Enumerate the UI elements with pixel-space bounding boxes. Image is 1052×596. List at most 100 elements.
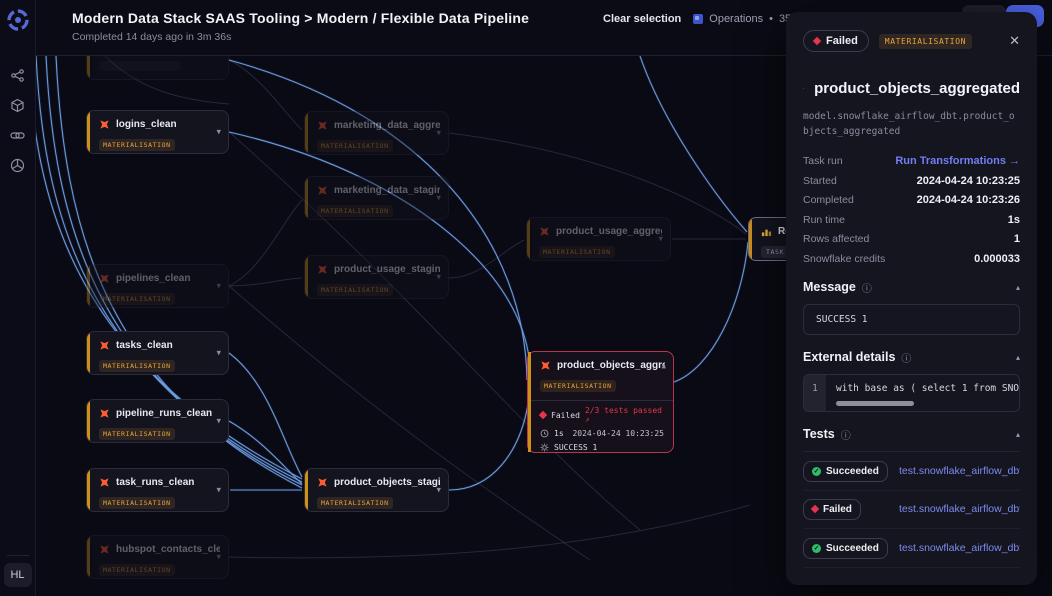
dag-node-product_usage_staging[interactable]: product_usage_staging MATERIALISATION ▾ [304, 255, 449, 299]
dbt-icon [99, 408, 110, 419]
share-network-icon[interactable] [6, 64, 30, 86]
node-expand-icon[interactable]: ▴ [661, 361, 666, 372]
test-link[interactable]: test.snowflake_airflow_dbt.not_null_pr [899, 542, 1020, 554]
node-expand-icon[interactable]: ▾ [216, 416, 221, 427]
node-badge-row: MATERIALISATION [87, 284, 228, 306]
node-expand-icon[interactable]: ▾ [436, 272, 441, 283]
node-expand-icon[interactable]: ▾ [216, 127, 221, 138]
detail-value: 2024-04-24 10:23:25 [917, 175, 1020, 187]
node-badge-row: MATERIALISATION [305, 131, 448, 153]
node-message: SUCCESS 1 [554, 443, 597, 452]
user-avatar[interactable]: HL [4, 563, 32, 587]
external-section-header: External details ⓘ ▴ [803, 350, 1020, 365]
close-icon[interactable]: ✕ [1009, 33, 1020, 49]
external-code-box: 1 with base as ( select 1 from SNOWFLAKE [803, 374, 1020, 412]
link-icon[interactable] [6, 124, 30, 146]
node-stripe [305, 469, 308, 511]
dag-node-marketing_data_staging[interactable]: marketing_data_staging MATERIALISATION ▾ [304, 176, 449, 220]
dbt-icon [317, 477, 328, 488]
dot-separator: • [769, 13, 773, 25]
dag-node-task_runs_clean[interactable]: task_runs_clean MATERIALISATION ▾ [86, 468, 229, 512]
detail-rows: Task runRun Transformations →Started2024… [803, 155, 1020, 265]
node-stripe [87, 469, 90, 511]
failed-diamond-icon [811, 505, 819, 513]
app-logo[interactable] [6, 8, 30, 32]
operations-chip[interactable]: Operations • 35 [693, 13, 791, 25]
test-status-wrap: ✓ Succeeded [803, 537, 889, 559]
task-run-link[interactable]: Run Transformations → [895, 155, 1020, 167]
test-link[interactable]: test.snowflake_airflow_dbt.unique_pro [899, 465, 1020, 477]
detail-label: Rows affected [803, 233, 869, 245]
test-link[interactable]: test.snowflake_airflow_dbt.not_null_pr [899, 503, 1020, 515]
node-expand-icon[interactable]: ▾ [436, 128, 441, 139]
node-timestamp: 2024-04-24 10:23:25 [572, 429, 664, 438]
dag-node-logins_clean[interactable]: logins_clean MATERIALISATION ▾ [86, 110, 229, 154]
status-label: Failed [826, 35, 858, 47]
succeeded-check-icon: ✓ [812, 544, 821, 553]
panel-status-row: Failed MATERIALISATION ✕ [803, 30, 1020, 52]
clear-selection-button[interactable]: Clear selection [603, 13, 681, 25]
info-icon: ⓘ [901, 350, 911, 365]
materialisation-badge: MATERIALISATION [879, 34, 972, 49]
clock-icon [540, 429, 549, 438]
failed-diamond-icon [539, 411, 547, 419]
node-expand-icon[interactable]: ▾ [216, 281, 221, 292]
dag-node-hubspot_contacts_clean[interactable]: hubspot_contacts_clean MATERIALISATION ▾ [86, 535, 229, 579]
edge [674, 242, 748, 382]
info-icon: ⓘ [841, 427, 851, 442]
collapse-external-icon[interactable]: ▴ [1016, 353, 1020, 362]
ghost-pill [99, 61, 181, 71]
horizontal-scrollbar[interactable] [836, 401, 914, 406]
node-expand-icon[interactable]: ▾ [436, 193, 441, 204]
breadcrumb: Modern Data Stack SAAS Tooling > Modern … [72, 10, 529, 26]
collapse-message-icon[interactable]: ▴ [1016, 283, 1020, 292]
operations-label: Operations [709, 13, 763, 25]
dag-node-pipeline_runs_clean[interactable]: pipeline_runs_clean MATERIALISATION ▾ [86, 399, 229, 443]
operations-icon [693, 14, 703, 24]
test-row: Failed test.snowflake_airflow_dbt.not_nu… [803, 491, 1020, 529]
detail-value: 1s [1008, 214, 1020, 226]
node-name: task_runs_clean [116, 477, 220, 488]
test-status-label: Succeeded [826, 466, 879, 477]
dag-node-product_usage_aggregated[interactable]: product_usage_aggregated MATERIALISATION… [526, 217, 671, 261]
code-text: with base as ( select 1 from SNOWFLAKE [836, 383, 1019, 394]
test-status-wrap: Failed [803, 499, 889, 520]
node-expand-icon[interactable]: ▾ [216, 348, 221, 359]
node-name: product_objects_staging [334, 477, 440, 488]
node-expand-icon[interactable]: ▾ [658, 234, 663, 245]
node-badge: MATERIALISATION [99, 293, 175, 305]
node-name: product_usage_aggregated [556, 226, 662, 237]
tests-passed-link[interactable]: 2/3 tests passed ↗ [585, 406, 664, 424]
dag-node-product_objects_aggregated[interactable]: product_objects_aggregated MATERIALISATI… [527, 351, 674, 453]
node-expand-icon[interactable]: ▾ [436, 485, 441, 496]
dag-node-tasks_clean[interactable]: tasks_clean MATERIALISATION ▾ [86, 331, 229, 375]
dag-node-pipelines_clean[interactable]: pipelines_clean MATERIALISATION ▾ [86, 264, 229, 308]
dag-node-marketing_data_aggregated[interactable]: marketing_data_aggregated MATERIALISATIO… [304, 111, 449, 155]
globe-icon[interactable] [6, 154, 30, 176]
detail-label: Started [803, 175, 837, 187]
node-badge: TASK [761, 246, 789, 258]
node-badge: MATERIALISATION [99, 497, 175, 509]
dbt-icon [99, 477, 110, 488]
test-status-badge: ✓ Succeeded [803, 461, 888, 482]
node-name: marketing_data_aggregated [334, 120, 440, 131]
node-badge-row: MATERIALISATION [87, 130, 228, 152]
node-stripe [87, 536, 90, 578]
tests-section-header: Tests ⓘ ▴ [803, 427, 1020, 442]
node-expand-icon[interactable]: ▾ [216, 552, 221, 563]
sidebar: HL [0, 0, 36, 596]
node-expand-icon[interactable]: ▾ [216, 485, 221, 496]
node-failed-label: Failed [551, 411, 580, 420]
dag-node-product_objects_staging[interactable]: product_objects_staging MATERIALISATION … [304, 468, 449, 512]
gear-icon [540, 443, 549, 452]
cube-icon[interactable] [6, 94, 30, 116]
dbt-icon [99, 340, 110, 351]
title-block: Modern Data Stack SAAS Tooling > Modern … [72, 10, 529, 43]
node-badge: MATERIALISATION [317, 284, 393, 296]
test-status-badge: Failed [803, 499, 861, 520]
dbt-icon [317, 264, 328, 275]
dbt-icon [99, 119, 110, 130]
node-status-details: Failed 2/3 tests passed ↗ 1s 2024-04-24 … [528, 400, 673, 452]
node-badge-row: MATERIALISATION [305, 488, 448, 510]
collapse-tests-icon[interactable]: ▴ [1016, 430, 1020, 439]
